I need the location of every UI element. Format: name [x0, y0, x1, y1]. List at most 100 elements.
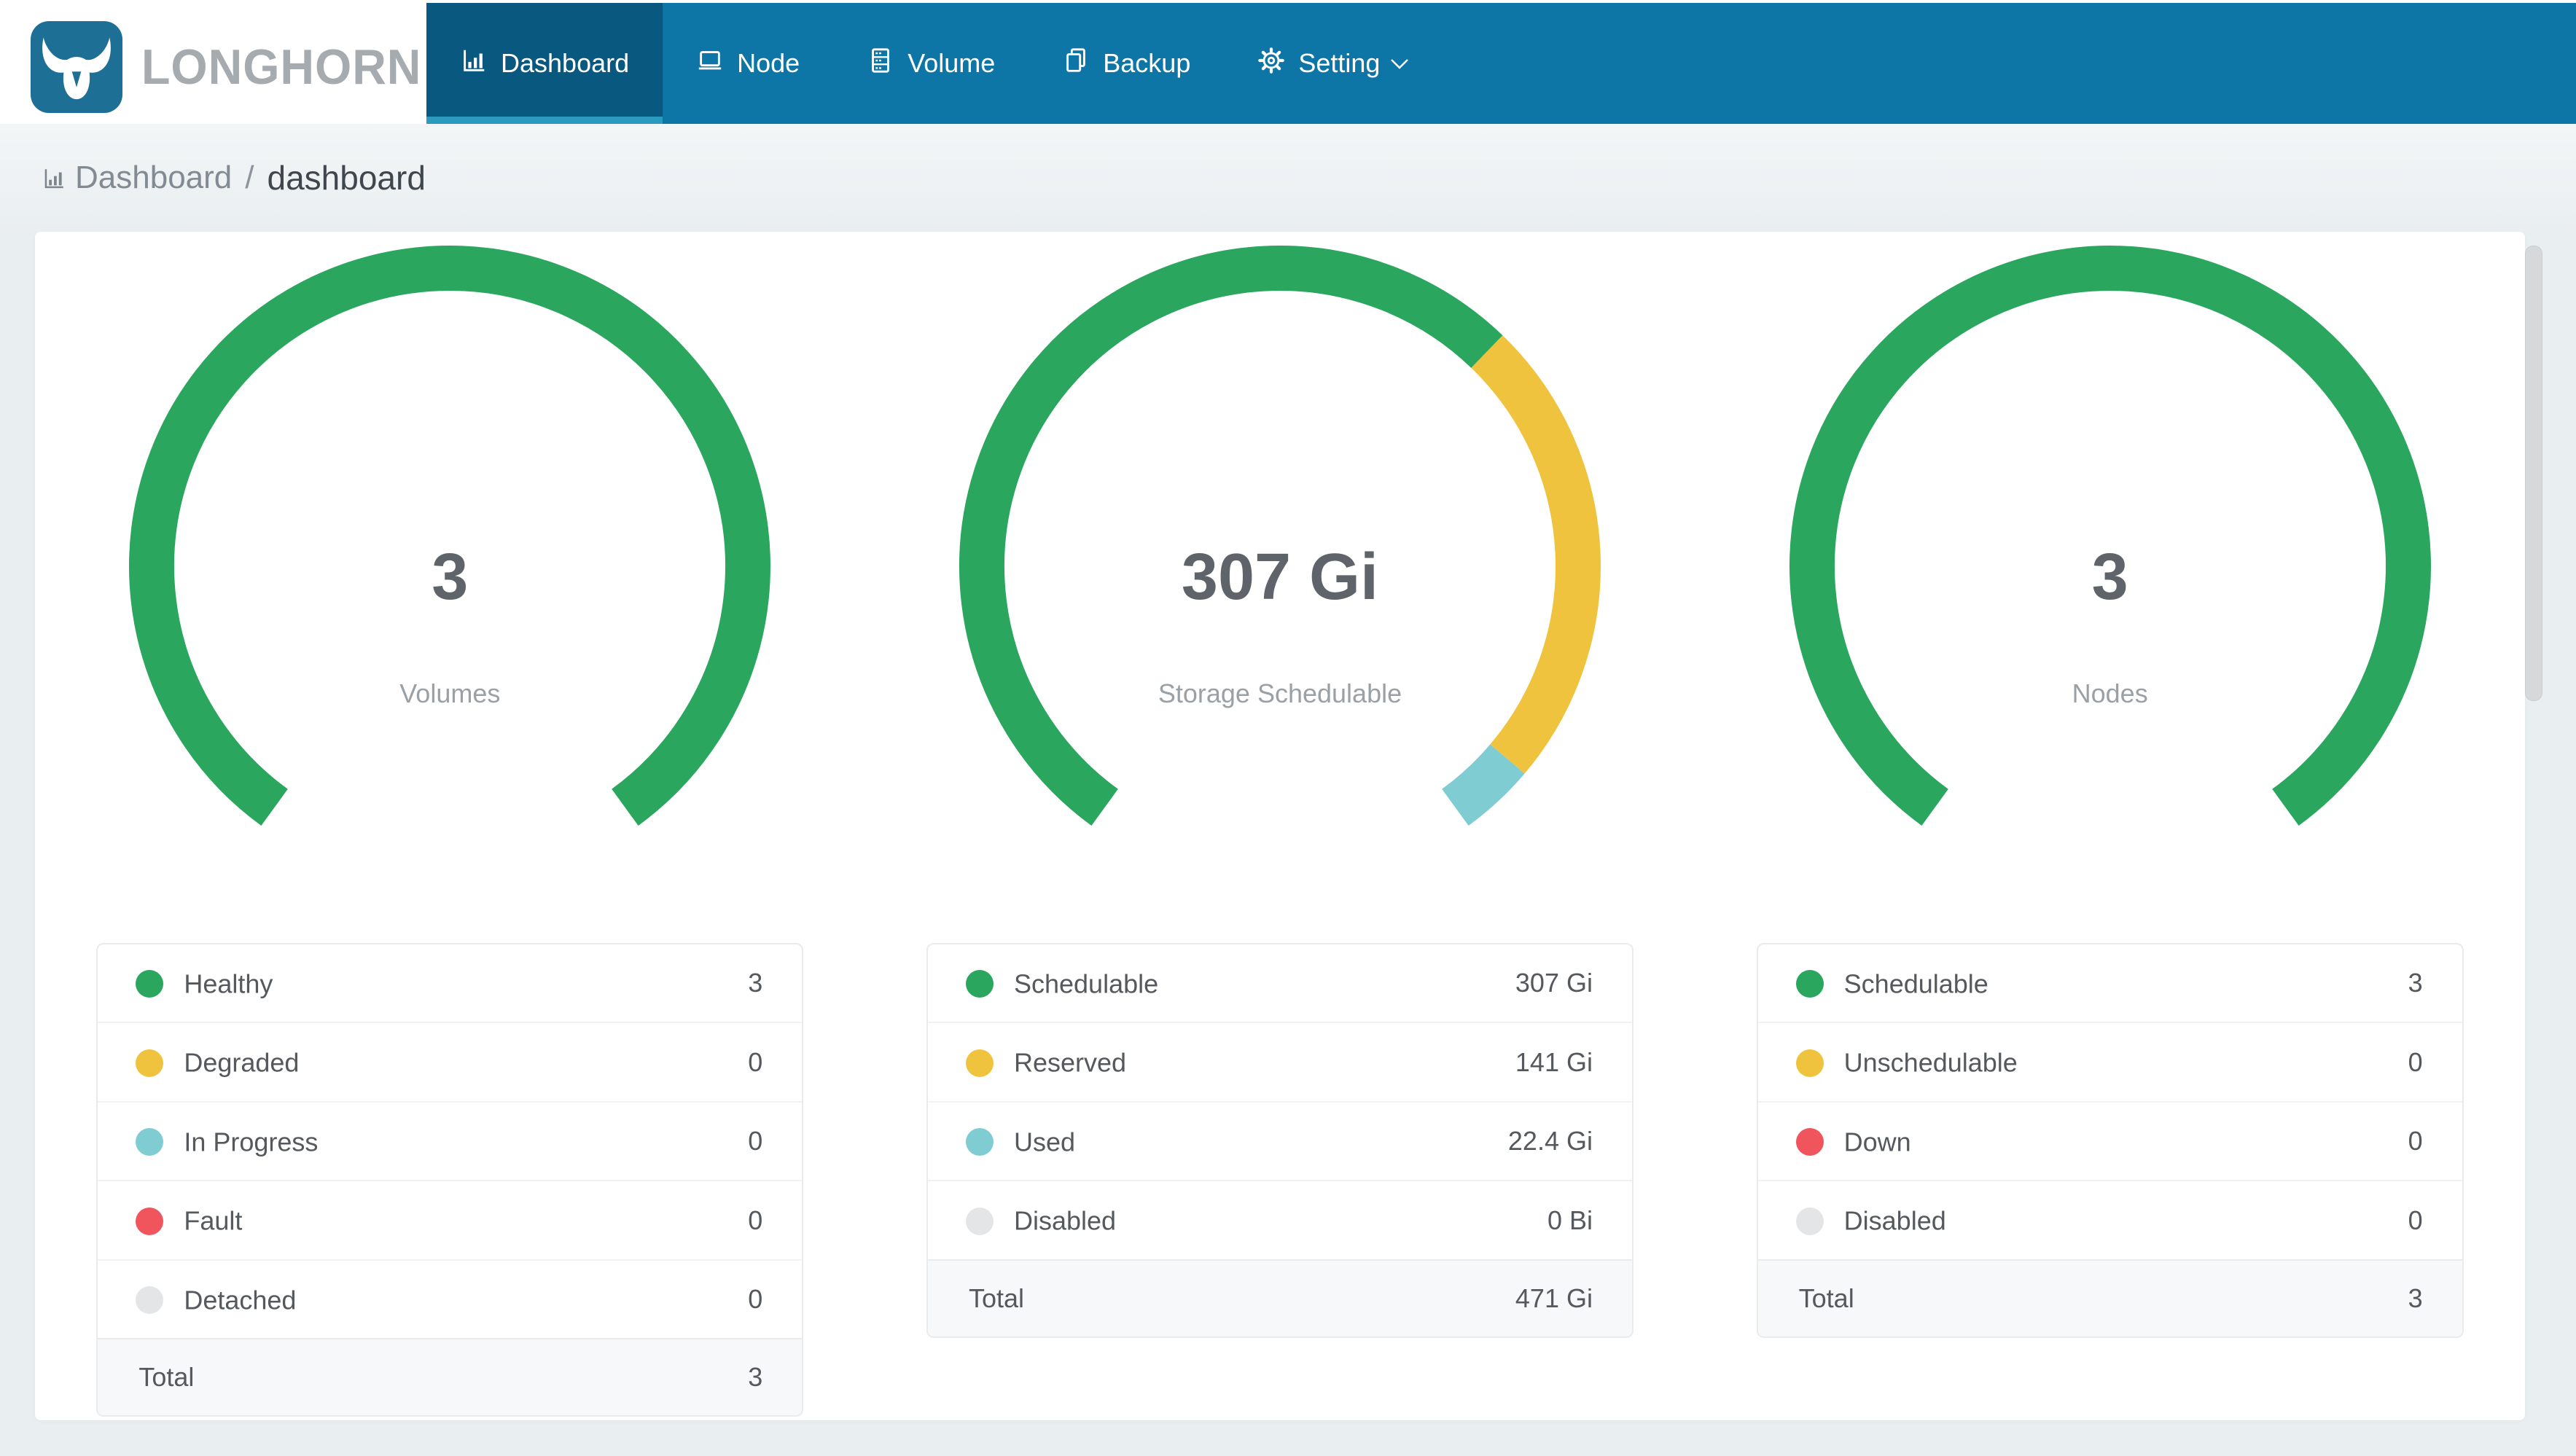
legend-row: In Progress 0: [98, 1101, 803, 1182]
legend-row: Reserved 141 Gi: [927, 1022, 1632, 1103]
legend-label: Disabled: [1843, 1205, 1946, 1236]
legend-value: 22.4 Gi: [1385, 1101, 1632, 1182]
legend-color-dot: [1795, 1207, 1824, 1235]
legend-color-dot: [136, 1286, 164, 1315]
legend-color-dot: [965, 1049, 994, 1077]
legend-color-dot: [965, 970, 994, 998]
breadcrumb: Dashboard / dashboard: [0, 124, 426, 232]
gauge-center-value: 3: [432, 541, 469, 614]
legend-label: Unschedulable: [1843, 1047, 2018, 1078]
tab-volume[interactable]: Volume: [833, 3, 1029, 124]
brand-wordmark: LONGHORN: [141, 39, 422, 95]
legend-value: 0: [662, 1101, 803, 1182]
nodes-legend-table: Schedulable 3 Unschedulable 0 Down 0 Dis…: [1756, 943, 2464, 1338]
legend-label: Healthy: [184, 968, 273, 999]
legend-row: Disabled 0 Bi: [928, 1181, 1632, 1259]
legend-total-row: Total 3: [1757, 1259, 2462, 1336]
bar-chart-icon: [460, 47, 488, 81]
legend-label: Used: [1013, 1127, 1076, 1157]
legend-color-dot: [136, 1207, 164, 1235]
legend-value: 0: [748, 1284, 763, 1315]
legend-label: Schedulable: [1843, 968, 1988, 999]
legend-color-dot: [1795, 970, 1824, 998]
top-navbar: LONGHORN Dashboard Node Volume Backup Se…: [0, 3, 2576, 127]
breadcrumb-root-link[interactable]: Dashboard: [75, 160, 232, 196]
legend-color-dot: [1795, 1049, 1824, 1077]
legend-value: 0: [2339, 1101, 2462, 1182]
legend-value: 3: [2339, 944, 2462, 1024]
nav-tabs: Dashboard Node Volume Backup Setting: [426, 3, 1444, 127]
legend-row: Down 0: [1757, 1101, 2462, 1182]
nodes-gauge: 3 Nodes: [1775, 242, 2446, 854]
legend-label: Reserved: [1013, 1047, 1127, 1078]
volume-icon: [867, 47, 894, 81]
legend-row: Healthy 3: [98, 944, 803, 1024]
legend-value: 0: [2339, 1022, 2462, 1103]
tab-label: Dashboard: [501, 48, 630, 78]
gear-icon: [1257, 47, 1285, 81]
legend-value: 141 Gi: [1385, 1022, 1632, 1103]
tab-dashboard[interactable]: Dashboard: [426, 3, 663, 127]
storage-gauge: 307 Gi Storage Schedulable: [945, 242, 1615, 854]
legend-label: Degraded: [184, 1047, 300, 1078]
legend-color-dot: [136, 1128, 164, 1156]
legend-color-dot: [965, 1207, 994, 1235]
volumes-panel: 3 Volumes Healthy 3 Degraded 0 In Progre…: [35, 232, 865, 1420]
longhorn-logo-icon: [31, 20, 122, 117]
legend-value: 307 Gi: [1385, 944, 1632, 1024]
gauge-center-value: 307 Gi: [1181, 541, 1379, 614]
total-value: 3: [2339, 1259, 2462, 1336]
legend-total-row: Total 471 Gi: [927, 1259, 1632, 1336]
legend-row: Fault 0: [98, 1181, 803, 1261]
legend-value: 0: [662, 1022, 803, 1103]
legend-value: 0: [662, 1181, 803, 1261]
legend-row: Disabled 0: [1758, 1181, 2462, 1259]
legend-row: Detached 0: [98, 1260, 802, 1339]
total-value: 3: [662, 1338, 803, 1416]
gauge-center-label: Storage Schedulable: [1158, 678, 1402, 708]
legend-label: Schedulable: [1013, 968, 1159, 999]
breadcrumb-separator: /: [245, 160, 254, 195]
legend-row: Unschedulable 0: [1757, 1022, 2462, 1103]
legend-label: Disabled: [1013, 1205, 1117, 1236]
chevron-down-icon: [1389, 48, 1410, 79]
dashboard-card: 3 Volumes Healthy 3 Degraded 0 In Progre…: [35, 232, 2525, 1420]
total-label: Total: [98, 1338, 663, 1416]
node-icon: [696, 47, 724, 81]
brand-area[interactable]: LONGHORN: [0, 3, 426, 124]
gauge-columns: 3 Volumes Healthy 3 Degraded 0 In Progre…: [35, 232, 2525, 1420]
legend-color-dot: [136, 970, 164, 998]
tab-backup[interactable]: Backup: [1029, 3, 1224, 124]
storage-legend-table: Schedulable 307 Gi Reserved 141 Gi Used …: [926, 943, 1634, 1338]
nodes-panel: 3 Nodes Schedulable 3 Unschedulable 0 Do…: [1695, 232, 2525, 1420]
gauge-center-label: Nodes: [2072, 678, 2148, 708]
legend-value: 0 Bi: [1547, 1205, 1593, 1235]
legend-label: In Progress: [184, 1127, 319, 1157]
gauge-center-label: Volumes: [399, 678, 501, 708]
tab-label: Node: [737, 48, 800, 78]
tab-setting[interactable]: Setting: [1224, 3, 1444, 124]
legend-label: Down: [1843, 1127, 1911, 1157]
backup-icon: [1062, 47, 1090, 81]
legend-value: 3: [662, 944, 803, 1024]
scrollbar-thumb[interactable]: [2525, 246, 2542, 701]
total-value: 471 Gi: [1385, 1259, 1632, 1336]
legend-total-row: Total 3: [98, 1338, 803, 1416]
tab-label: Setting: [1298, 48, 1381, 78]
legend-value: 0: [2408, 1205, 2423, 1235]
breadcrumb-current: dashboard: [267, 159, 426, 197]
legend-color-dot: [965, 1128, 994, 1156]
bar-chart-icon: [42, 166, 66, 195]
storage-panel: 307 Gi Storage Schedulable Schedulable 3…: [865, 232, 1695, 1420]
legend-color-dot: [136, 1049, 164, 1077]
tab-label: Backup: [1103, 48, 1191, 78]
tab-node[interactable]: Node: [663, 3, 833, 124]
volumes-legend-table: Healthy 3 Degraded 0 In Progress 0 Fault…: [96, 943, 804, 1417]
volumes-gauge: 3 Volumes: [114, 242, 785, 854]
legend-label: Detached: [184, 1285, 297, 1315]
legend-label: Fault: [184, 1205, 243, 1236]
tab-label: Volume: [908, 48, 996, 78]
total-label: Total: [927, 1259, 1386, 1336]
legend-row: Degraded 0: [98, 1022, 803, 1103]
total-label: Total: [1757, 1259, 2340, 1336]
